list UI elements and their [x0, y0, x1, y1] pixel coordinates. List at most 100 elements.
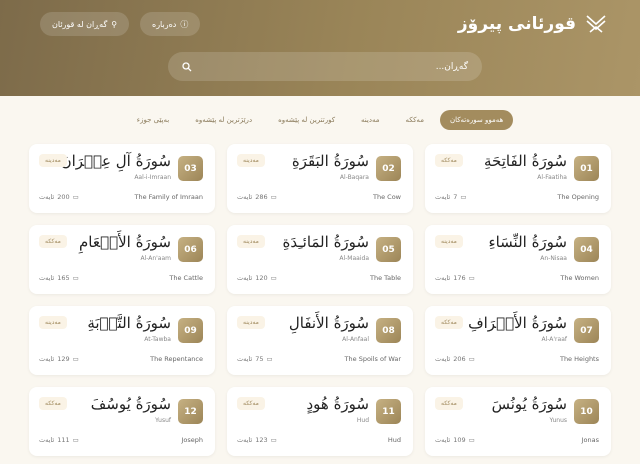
- search-input[interactable]: گەڕان...: [168, 52, 482, 81]
- filter-tab[interactable]: درێژترین لە پێشەوە: [185, 110, 262, 130]
- revelation-badge: مەدینە: [237, 316, 265, 329]
- ayah-count: ▭ 123 ئایەت: [237, 436, 277, 444]
- ayah-number: 111: [57, 436, 70, 444]
- surah-card[interactable]: 09 سُورَةُ التَّوۡبَةِ At-Tawba مەدینە T…: [29, 306, 215, 375]
- surah-card[interactable]: 10 سُورَةُ يُونُسَ Yunus مەککە Jonas ▭ 10…: [425, 387, 611, 456]
- ayah-label: ئایەت: [435, 193, 451, 201]
- ayah-count: ▭ 129 ئایەت: [39, 355, 79, 363]
- revelation-badge: مەککە: [435, 397, 463, 410]
- search-quran-button[interactable]: ⚲ گەڕان لە قورئان: [40, 12, 130, 36]
- filter-tab[interactable]: کورتترین لە پێشەوە: [268, 110, 345, 130]
- ayah-label: ئایەت: [39, 436, 55, 444]
- revelation-badge: مەککە: [39, 235, 67, 248]
- surah-card[interactable]: 03 سُورَةُ آلِ عِمۡرَانَ Aal-i-Imraan مە…: [29, 144, 215, 213]
- surah-english-name: Joseph: [181, 436, 203, 444]
- filter-tab[interactable]: هەموو سورەتەکان: [439, 110, 514, 130]
- book-icon: ▭: [266, 355, 273, 363]
- surah-english-name: The Spoils of War: [344, 355, 401, 363]
- surah-arabic-name: سُورَةُ يُوسُفَ: [90, 395, 171, 413]
- surah-number: 08: [376, 318, 401, 343]
- ayah-count: ▭ 286 ئایەت: [237, 193, 277, 201]
- ayah-label: ئایەت: [435, 436, 451, 444]
- surah-card[interactable]: 01 سُورَةُ الفَاتِحَةِ Al-Faatiha مەککە …: [425, 144, 611, 213]
- surah-card[interactable]: 08 سُورَةُ الأَنفَالِ Al-Anfaal مەدینە T…: [227, 306, 413, 375]
- revelation-badge: مەککە: [435, 154, 463, 167]
- ayah-number: 176: [453, 274, 466, 282]
- surah-transliteration: Al-An'aam: [140, 255, 171, 262]
- surah-transliteration: Yunus: [549, 417, 567, 424]
- ayah-number: 200: [57, 193, 70, 201]
- surah-card[interactable]: 06 سُورَةُ الأَنۡعَامِ Al-An'aam مەککە T…: [29, 225, 215, 294]
- book-icon: ▭: [72, 193, 79, 201]
- surah-card[interactable]: 11 سُورَةُ هُودٍ Hud مەککە Hud ▭ 123 ئایەت: [227, 387, 413, 456]
- surah-english-name: The Repentance: [150, 355, 203, 363]
- surah-transliteration: At-Tawba: [144, 336, 171, 343]
- search-icon: [182, 61, 192, 71]
- header: قورئانی پیرۆز ⓘ دەربارە ⚲ گەڕان لە قورئا…: [0, 0, 640, 96]
- surah-card[interactable]: 02 سُورَةُ البَقَرَةِ Al-Baqara مەدینە T…: [227, 144, 413, 213]
- ayah-number: 286: [255, 193, 268, 201]
- surah-english-name: Hud: [387, 436, 401, 444]
- surah-number: 12: [178, 399, 203, 424]
- search-icon: ⚲: [111, 19, 118, 29]
- surah-number: 05: [376, 237, 401, 262]
- surah-number: 03: [178, 156, 203, 181]
- ayah-count: ▭ 111 ئایەت: [39, 436, 79, 444]
- revelation-badge: مەککە: [435, 316, 463, 329]
- logo[interactable]: قورئانی پیرۆز: [458, 12, 608, 36]
- book-icon: ▭: [72, 355, 79, 363]
- book-icon: ▭: [270, 274, 277, 282]
- surah-english-name: The Heights: [559, 355, 599, 363]
- surah-english-name: The Cow: [373, 193, 401, 201]
- ayah-number: 109: [453, 436, 466, 444]
- surah-english-name: The Family of Imraan: [134, 193, 203, 201]
- revelation-badge: مەدینە: [237, 235, 265, 248]
- ayah-count: ▭ 206 ئایەت: [435, 355, 475, 363]
- about-button[interactable]: ⓘ دەربارە: [140, 12, 201, 36]
- info-icon: ⓘ: [180, 19, 189, 29]
- surah-transliteration: Al-Faatiha: [537, 174, 567, 181]
- surah-card[interactable]: 12 سُورَةُ يُوسُفَ Yusuf مەککە Joseph ▭ 1…: [29, 387, 215, 456]
- revelation-badge: مەدینە: [39, 154, 67, 167]
- ayah-label: ئایەت: [435, 274, 451, 282]
- surah-number: 01: [574, 156, 599, 181]
- surah-transliteration: Al-Maaida: [339, 255, 369, 262]
- ayah-label: ئایەت: [237, 436, 253, 444]
- surah-english-name: Jonas: [581, 436, 599, 444]
- surah-transliteration: Al-Baqara: [339, 174, 369, 181]
- book-icon: ▭: [468, 436, 475, 444]
- ayah-label: ئایەت: [39, 193, 55, 201]
- surah-card[interactable]: 04 سُورَةُ النِّسَاءِ An-Nisaa مەدینە Th…: [425, 225, 611, 294]
- filter-tab[interactable]: مەککە: [395, 110, 433, 130]
- surah-card[interactable]: 07 سُورَةُ الأَعۡرَافِ Al-A'raaf مەککە T…: [425, 306, 611, 375]
- surah-arabic-name: سُورَةُ الأَنۡعَامِ: [78, 233, 171, 251]
- surah-arabic-name: سُورَةُ آلِ عِمۡرَانَ: [60, 152, 171, 170]
- surah-english-name: The Cattle: [169, 274, 203, 282]
- surah-number: 04: [574, 237, 599, 262]
- surah-card[interactable]: 05 سُورَةُ المَائـِدَةِ Al-Maaida مەدینە…: [227, 225, 413, 294]
- surah-arabic-name: سُورَةُ النِّسَاءِ: [488, 233, 567, 251]
- ayah-count: ▭ 109 ئایەت: [435, 436, 475, 444]
- ayah-number: 120: [255, 274, 268, 282]
- surah-arabic-name: سُورَةُ يُونُسَ: [491, 395, 567, 413]
- surah-arabic-name: سُورَةُ هُودٍ: [306, 395, 369, 413]
- book-icon: ▭: [72, 274, 79, 282]
- surah-number: 09: [178, 318, 203, 343]
- ayah-number: 206: [453, 355, 466, 363]
- search-quran-label: گەڕان لە قورئان: [52, 19, 108, 29]
- surah-english-name: The Women: [560, 274, 599, 282]
- ayah-count: ▭ 165 ئایەت: [39, 274, 79, 282]
- filter-tab[interactable]: بەپێی جوزء: [127, 110, 179, 130]
- surah-arabic-name: سُورَةُ الأَنفَالِ: [288, 314, 369, 332]
- book-icon: ▭: [468, 355, 475, 363]
- filter-tab[interactable]: مەدینە: [351, 110, 389, 130]
- ayah-number: 165: [57, 274, 70, 282]
- ayah-count: ▭ 176 ئایەت: [435, 274, 475, 282]
- surah-number: 07: [574, 318, 599, 343]
- ayah-number: 123: [255, 436, 268, 444]
- surah-arabic-name: سُورَةُ التَّوۡبَةِ: [87, 314, 171, 332]
- ayah-label: ئایەت: [39, 274, 55, 282]
- revelation-badge: مەدینە: [435, 235, 463, 248]
- surah-transliteration: Al-A'raaf: [541, 336, 568, 343]
- ayah-number: 7: [453, 193, 458, 201]
